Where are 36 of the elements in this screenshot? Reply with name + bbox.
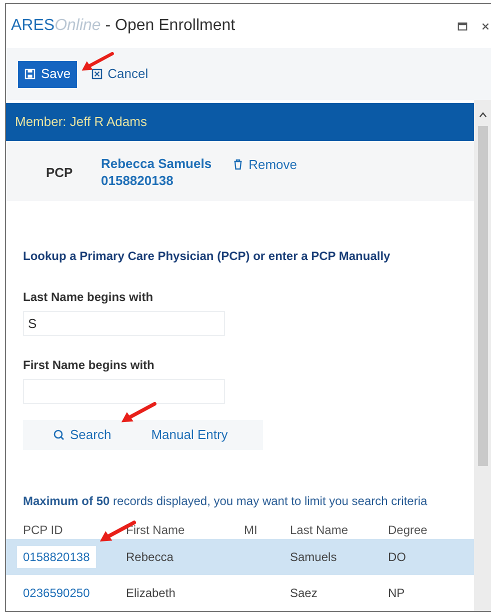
table-cell: Elizabeth (126, 586, 176, 600)
section-heading: Lookup a Primary Care Physician (PCP) or enter a PCP Manually (23, 248, 392, 265)
remove-button[interactable]: Remove (232, 155, 297, 174)
pcp-id-link[interactable]: 0158820138 (17, 546, 96, 568)
column-header: Last Name (290, 522, 348, 536)
pcp-card: PCP Rebecca Samuels 0158820138 Remove (6, 141, 474, 201)
text-input[interactable]: S (23, 311, 225, 336)
maximize-icon (457, 20, 468, 32)
notice-text: Maximum of 50 records displayed, you may want to limit you search criteria (23, 493, 428, 510)
table-cell: Rebecca (126, 550, 174, 564)
table-row[interactable]: 0158820138 Rebecca Samuels DO (6, 539, 474, 575)
pcp-id-link[interactable]: 0236590250 (23, 586, 90, 600)
text-input[interactable] (23, 379, 225, 404)
pcp-name-link[interactable]: Rebecca Samuels (101, 155, 212, 172)
table-cell: Samuels (290, 550, 337, 564)
scrollbar[interactable] (474, 100, 491, 611)
search-button[interactable]: Search (53, 425, 112, 445)
trash-icon (232, 158, 244, 172)
field-label: Last Name begins with (23, 289, 154, 306)
table-cell: NP (388, 586, 405, 600)
column-header: PCP ID (23, 522, 63, 536)
window-title: ARESOnline - Open Enrollment (11, 16, 236, 36)
x-box-icon (90, 68, 103, 80)
field-label: First Name begins with (23, 357, 156, 374)
search-icon (53, 429, 65, 441)
column-header: MI (244, 522, 258, 536)
column-header: Degree (388, 522, 428, 536)
save-button[interactable]: Save (18, 60, 77, 88)
cancel-button[interactable]: Cancel (86, 60, 152, 88)
scroll-up-icon (478, 110, 488, 120)
table-cell: DO (388, 550, 406, 564)
member-bar: Member: Jeff R Adams (6, 103, 474, 141)
manual-entry-button[interactable]: Manual Entry (151, 425, 228, 445)
close-icon (481, 22, 490, 30)
table-cell: Saez (290, 586, 318, 600)
pcp-id: 0158820138 (101, 172, 174, 189)
